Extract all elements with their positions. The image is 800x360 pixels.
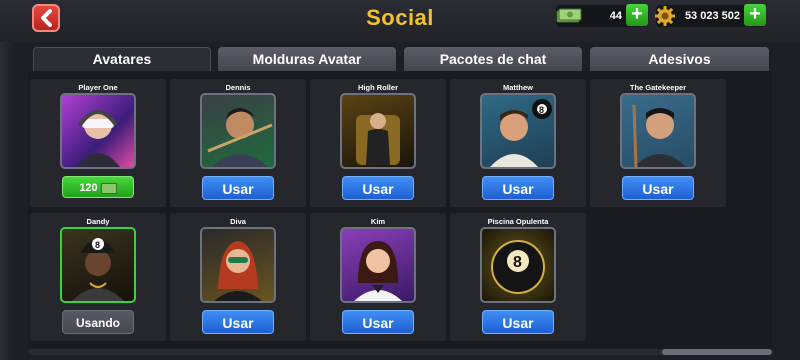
avatar-name: Dennis — [225, 83, 251, 92]
use-avatar-button[interactable]: Usar — [482, 310, 554, 334]
avatar-name: Dandy — [86, 217, 110, 226]
avatar-name: Matthew — [503, 83, 533, 92]
use-avatar-button[interactable]: Usar — [482, 176, 554, 200]
tab-avatares[interactable]: Avatares — [33, 47, 211, 72]
avatar-name: Piscina Opulenta — [487, 217, 549, 226]
cash-icon — [556, 8, 582, 23]
avatar-image: 8 — [480, 227, 556, 303]
cash-counter: 44 + — [556, 4, 648, 27]
avatar-card-high-roller[interactable]: High Roller Usar — [310, 79, 446, 207]
cash-amount: 44 — [609, 10, 622, 22]
tab-molduras-avatar[interactable]: Molduras Avatar — [218, 47, 396, 71]
coin-amount: 53 023 502 — [684, 10, 740, 22]
avatar-name: High Roller — [357, 83, 398, 92]
avatar-card-kim[interactable]: Kim Usar — [310, 213, 446, 341]
avatar-card-dennis[interactable]: Dennis Usar — [170, 79, 306, 207]
avatar-card-dandy[interactable]: Dandy 8 Usando — [30, 213, 166, 341]
add-coins-button[interactable]: + — [744, 4, 766, 26]
tab-adesivos[interactable]: Adesivos — [590, 47, 769, 71]
avatar-image — [60, 93, 136, 169]
use-avatar-button[interactable]: Usar — [342, 176, 414, 200]
avatar-card-the-gatekeeper[interactable]: The Gatekeeper Usar — [590, 79, 726, 207]
avatar-card-player-one[interactable]: Player One 120 — [30, 79, 166, 207]
plus-icon: + — [631, 3, 643, 25]
avatar-price: 120 — [79, 182, 98, 194]
avatar-image — [200, 93, 276, 169]
avatar-image — [620, 93, 696, 169]
avatar-image: 8 — [60, 227, 136, 303]
avatar-grid: Player One 120 Dennis Usar High Roller U… — [28, 71, 772, 350]
left-edge-decoration — [0, 40, 14, 360]
coin-gear-icon — [655, 6, 675, 26]
horizontal-scrollbar[interactable] — [28, 349, 772, 355]
avatar-image — [340, 93, 416, 169]
using-avatar-button[interactable]: Usando — [62, 310, 134, 334]
use-avatar-button[interactable]: Usar — [622, 176, 694, 200]
tab-pacotes-de-chat[interactable]: Pacotes de chat — [404, 47, 582, 71]
avatar-name: Diva — [230, 217, 246, 226]
scrollbar-thumb[interactable] — [662, 349, 772, 355]
coin-counter: 53 023 502 + — [655, 4, 766, 27]
plus-icon: + — [749, 3, 761, 25]
cash-icon — [100, 182, 117, 194]
use-avatar-button[interactable]: Usar — [342, 310, 414, 334]
svg-text:8: 8 — [513, 254, 522, 271]
avatar-name: Kim — [370, 217, 386, 226]
top-bar: Social 44 + 53 023 502 + — [0, 0, 800, 42]
avatar-card-piscina-opulenta[interactable]: Piscina Opulenta 8 Usar — [450, 213, 586, 341]
avatar-image: 8 — [480, 93, 556, 169]
avatar-card-matthew[interactable]: Matthew 8 Usar — [450, 79, 586, 207]
avatar-image — [200, 227, 276, 303]
avatar-image — [340, 227, 416, 303]
avatar-name: The Gatekeeper — [629, 83, 687, 92]
avatar-name: Player One — [78, 83, 118, 92]
svg-text:8: 8 — [95, 240, 100, 250]
add-cash-button[interactable]: + — [626, 4, 648, 26]
use-avatar-button[interactable]: Usar — [202, 176, 274, 200]
avatar-card-diva[interactable]: Diva Usar — [170, 213, 306, 341]
buy-avatar-button[interactable]: 120 — [62, 176, 134, 198]
svg-text:8: 8 — [539, 105, 544, 115]
use-avatar-button[interactable]: Usar — [202, 310, 274, 334]
tab-bar: Avatares Molduras Avatar Pacotes de chat… — [33, 47, 769, 72]
